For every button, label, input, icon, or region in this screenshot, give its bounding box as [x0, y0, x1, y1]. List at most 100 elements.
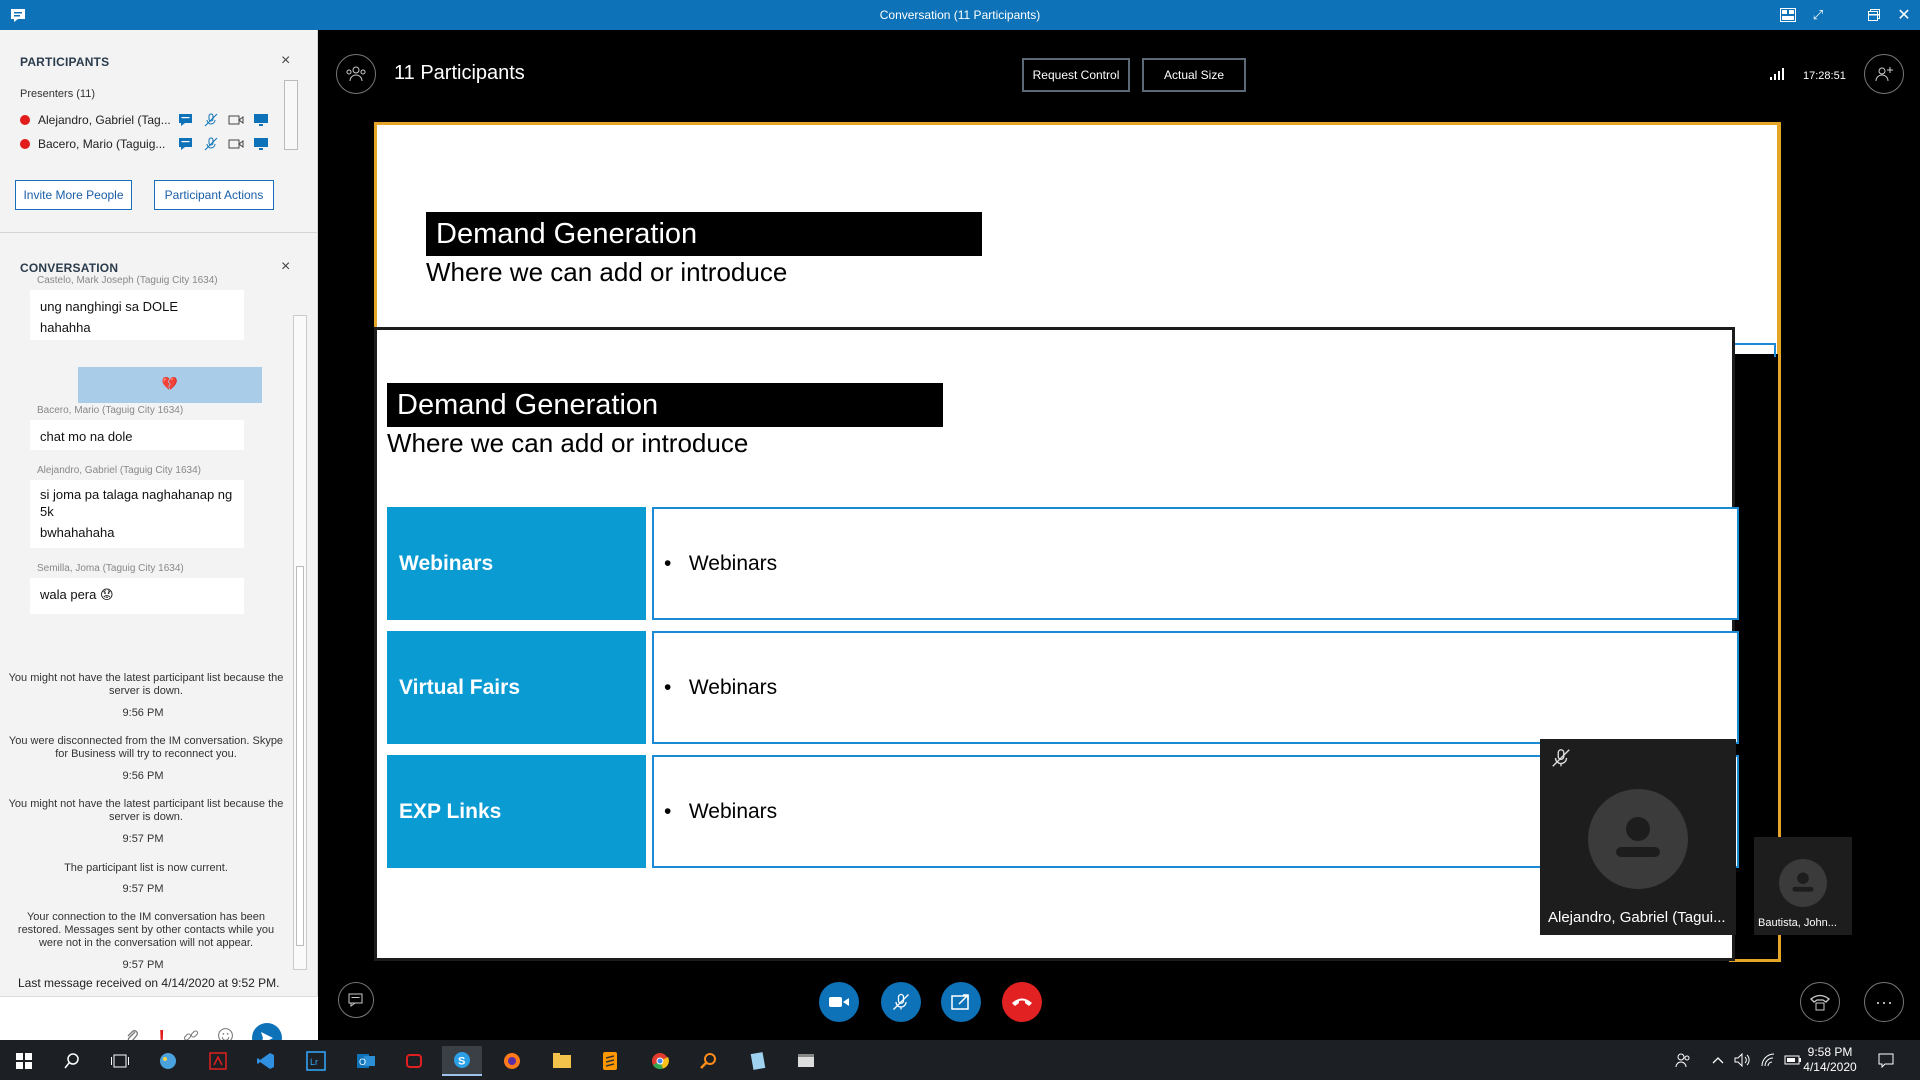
taskbar-app[interactable]: O — [346, 1046, 386, 1076]
more-options-button[interactable]: ··· — [1864, 982, 1904, 1022]
presence-dot — [20, 139, 30, 149]
layout-icon[interactable] — [1778, 5, 1798, 25]
participant-name: Alejandro, Gabriel (Tag... — [38, 113, 170, 127]
action-center-icon[interactable] — [1878, 1040, 1894, 1080]
window-title: Conversation (11 Participants) — [879, 8, 1041, 22]
taskbar-app[interactable] — [738, 1046, 778, 1076]
participants-toggle-button[interactable] — [336, 54, 376, 94]
screen-share-icon[interactable] — [253, 112, 269, 128]
left-panel: PARTICIPANTS × Presenters (11) Alejandro… — [0, 30, 318, 1070]
system-time: 9:56 PM — [122, 770, 164, 782]
system-date: 4/14/2020 — [1803, 1060, 1857, 1074]
close-icon[interactable]: ✕ — [1894, 5, 1914, 25]
taskbar-app-skype-active[interactable]: S — [442, 1046, 482, 1076]
participant-video-small[interactable]: Bautista, John... — [1754, 837, 1852, 935]
search-button[interactable] — [52, 1046, 92, 1076]
taskbar-app[interactable] — [198, 1046, 238, 1076]
slide-row-label: Webinars — [387, 507, 646, 620]
share-border-right — [1778, 122, 1781, 962]
svg-text:O: O — [359, 1057, 366, 1067]
message-bubble: ung nanghingi sa DOLE hahahha — [30, 290, 244, 340]
close-conversation-icon[interactable]: × — [281, 258, 290, 276]
taskbar-app[interactable] — [492, 1046, 532, 1076]
message-line: hahahha — [40, 320, 91, 335]
signal-strength-icon — [1770, 68, 1784, 80]
slide-bullet: Webinars — [688, 799, 778, 823]
expand-icon[interactable]: ⤢ — [1808, 5, 1828, 25]
hang-up-button[interactable] — [1002, 982, 1042, 1022]
participant-row[interactable]: Bacero, Mario (Taguig... — [20, 135, 280, 153]
message-sender: Bacero, Mario (Taguig City 1634) — [37, 405, 184, 416]
wifi-icon[interactable] — [1760, 1040, 1776, 1080]
slide-row-label: EXP Links — [387, 755, 646, 868]
call-controls-button[interactable] — [1800, 982, 1840, 1022]
im-icon[interactable] — [178, 112, 194, 128]
taskbar-app[interactable] — [688, 1046, 728, 1076]
windows-taskbar: Lr O S 9:58 PM 4/14/2020 — [0, 1040, 1920, 1080]
person-silhouette-icon — [1616, 817, 1660, 857]
phone-settings-icon — [1810, 994, 1830, 1011]
message-line: ung nanghingi sa DOLE — [40, 299, 179, 314]
present-icon — [951, 994, 969, 1010]
divider — [0, 232, 318, 233]
im-toggle-button[interactable] — [338, 982, 374, 1018]
video-participant-name: Alejandro, Gabriel (Tagui... — [1548, 909, 1726, 926]
search-icon — [64, 1053, 79, 1069]
volume-icon[interactable] — [1734, 1040, 1752, 1080]
screen-share-icon[interactable] — [253, 136, 269, 152]
im-icon[interactable] — [178, 136, 194, 152]
invite-participant-button[interactable] — [1864, 54, 1904, 94]
people-tray-icon[interactable] — [1675, 1040, 1691, 1080]
message-bubble: wala pera 😟 — [30, 578, 244, 614]
mute-button[interactable] — [881, 982, 921, 1022]
video-participant-name: Bautista, John... — [1758, 917, 1837, 929]
restore-icon[interactable] — [1864, 5, 1884, 25]
video-button[interactable] — [819, 982, 859, 1022]
message-bubble: chat mo na dole — [30, 420, 244, 450]
taskbar-app[interactable] — [148, 1046, 188, 1076]
sublime-app-icon — [603, 1052, 617, 1070]
title-bar: Conversation (11 Participants) ⤢ ✕ — [0, 0, 1920, 30]
conversation-scrollbar[interactable] — [293, 315, 307, 970]
show-hidden-icons[interactable] — [1712, 1040, 1724, 1080]
system-message: You might not have the latest participan… — [8, 672, 284, 697]
chat-icon — [348, 993, 363, 1007]
close-participants-icon[interactable]: × — [281, 52, 290, 70]
system-time: 9:57 PM — [122, 833, 164, 845]
participant-video-main[interactable]: Alejandro, Gabriel (Tagui... — [1540, 739, 1736, 935]
video-icon[interactable] — [228, 136, 244, 152]
taskbar-app[interactable] — [786, 1046, 826, 1076]
conversation-heading: CONVERSATION — [20, 261, 119, 275]
presence-dot — [20, 115, 30, 125]
request-control-button[interactable]: Request Control — [1022, 58, 1130, 92]
lightroom-app-icon: Lr — [306, 1051, 326, 1071]
taskbar-app[interactable] — [394, 1046, 434, 1076]
taskbar-app[interactable] — [542, 1046, 582, 1076]
start-button[interactable] — [4, 1046, 44, 1076]
actual-size-button[interactable]: Actual Size — [1142, 58, 1246, 92]
invite-more-people-button[interactable]: Invite More People — [15, 180, 132, 210]
message-sender: Alejandro, Gabriel (Taguig City 1634) — [37, 465, 201, 476]
task-view-button[interactable] — [100, 1046, 140, 1076]
participant-actions-button[interactable]: Participant Actions — [154, 180, 274, 210]
taskbar-app[interactable]: Lr — [296, 1046, 336, 1076]
conversation-history[interactable]: Castelo, Mark Joseph (Taguig City 1634) … — [0, 275, 300, 995]
mic-muted-icon[interactable] — [203, 112, 219, 128]
mic-muted-icon — [893, 993, 909, 1010]
participants-heading: PARTICIPANTS — [20, 55, 110, 69]
taskbar-app[interactable] — [590, 1046, 630, 1076]
scrollbar-thumb[interactable] — [296, 566, 304, 946]
participant-count: 11 Participants — [394, 62, 525, 84]
video-icon[interactable] — [228, 112, 244, 128]
participant-row[interactable]: Alejandro, Gabriel (Tag... — [20, 111, 280, 129]
people-icon — [346, 66, 366, 82]
system-clock[interactable]: 9:58 PM 4/14/2020 — [1800, 1045, 1860, 1075]
participants-scrollbar[interactable] — [284, 80, 298, 150]
camera-icon — [829, 997, 849, 1007]
system-message: Your connection to the IM conversation h… — [17, 911, 275, 949]
mic-muted-icon[interactable] — [203, 136, 219, 152]
share-content-button[interactable] — [941, 982, 981, 1022]
taskbar-app[interactable] — [246, 1046, 286, 1076]
message-line: bwhahahaha — [40, 525, 115, 540]
taskbar-app[interactable] — [640, 1046, 680, 1076]
